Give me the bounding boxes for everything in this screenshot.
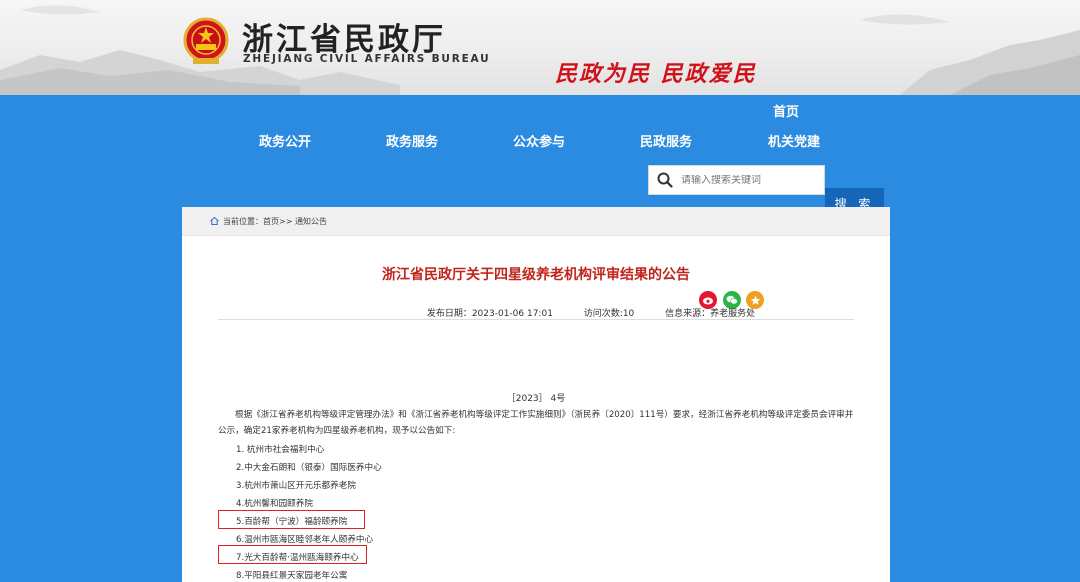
document-number: ［2023］ 4号 bbox=[506, 394, 566, 404]
nav-government-affairs[interactable]: 政务公开 bbox=[259, 131, 311, 150]
list-item: 1. 杭州市社会福利中心 bbox=[236, 445, 325, 455]
nav-civil-services[interactable]: 民政服务 bbox=[640, 131, 692, 150]
list-item: 4.杭州馨和园颐养院 bbox=[236, 499, 313, 509]
mountain-background bbox=[0, 5, 1080, 95]
article-title: 浙江省民政厅关于四星级养老机构评审结果的公告 bbox=[382, 267, 690, 283]
highlight-box bbox=[218, 545, 367, 564]
info-source: 信息来源：养老服务处 bbox=[665, 309, 756, 319]
search-input[interactable] bbox=[681, 174, 811, 186]
article-paragraph: 根据《浙江省养老机构等级评定管理办法》和《浙江省养老机构等级评定工作实施细则》（… bbox=[218, 410, 854, 436]
nav-party-building[interactable]: 机关党建 bbox=[768, 131, 820, 150]
nav-public-participation[interactable]: 公众参与 bbox=[513, 131, 565, 150]
list-item: 3.杭州市萧山区开元乐都养老院 bbox=[236, 481, 356, 491]
visit-count: 访问次数:10 bbox=[583, 309, 635, 319]
list-item: 8.平阳县红景天家园老年公寓 bbox=[236, 571, 348, 581]
breadcrumb: 当前位置：首页>> 通知公告 bbox=[182, 207, 890, 236]
article-meta: 发布日期：2023-01-06 17:01 访问次数:10 信息来源：养老服务处 bbox=[218, 306, 854, 320]
site-name-english: ZHEJIANG CIVIL AFFAIRS BUREAU bbox=[243, 53, 491, 65]
publish-date: 发布日期：2023-01-06 17:01 bbox=[426, 309, 553, 319]
national-emblem-icon bbox=[183, 17, 229, 64]
nav-home[interactable]: 首页 bbox=[773, 101, 799, 120]
highlight-box bbox=[218, 510, 365, 529]
list-item: 2.中大金石朗和（银泰）国际医养中心 bbox=[236, 463, 382, 473]
article-panel: 当前位置：首页>> 通知公告 浙江省民政厅关于四星级养老机构评审结果的公告 发布… bbox=[182, 207, 890, 582]
slogan: 民政为民 民政爱民 bbox=[555, 61, 757, 87]
nav-government-services[interactable]: 政务服务 bbox=[386, 131, 438, 150]
home-icon bbox=[210, 217, 219, 225]
search-box bbox=[648, 165, 825, 195]
site-header: 浙江省民政厅 ZHEJIANG CIVIL AFFAIRS BUREAU 民政为… bbox=[0, 0, 1080, 95]
breadcrumb-text[interactable]: 当前位置：首页>> 通知公告 bbox=[223, 216, 327, 227]
list-item: 6.温州市瓯海区睦邻老年人颐养中心 bbox=[236, 535, 374, 545]
search-icon bbox=[657, 172, 673, 188]
